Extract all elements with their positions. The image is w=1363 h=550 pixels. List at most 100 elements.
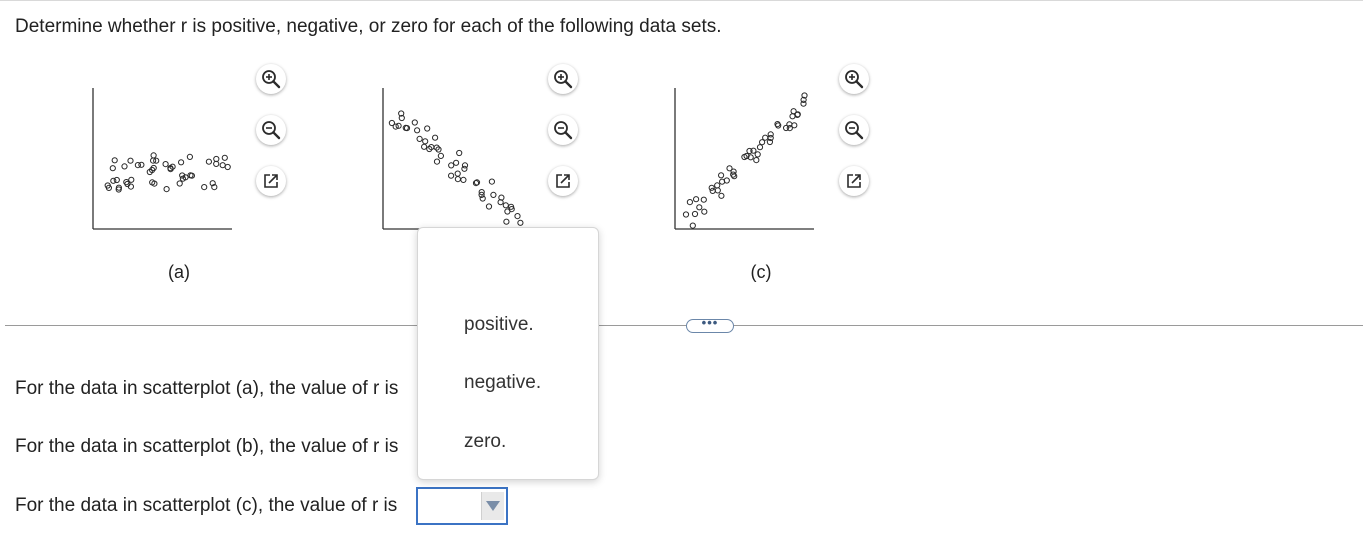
scatter-marker [700,196,707,203]
scatter-marker [490,191,497,199]
scatter-marker [176,180,183,187]
open-external-button-b[interactable] [548,166,578,196]
scatter-marker [682,211,690,218]
scatter-marker [789,113,796,120]
scatterplot-b-svg [382,88,524,230]
scatter-marker [414,127,421,134]
top-border [0,0,1363,1]
scatter-marker [454,176,462,183]
more-dots: ••• [701,315,719,330]
option-negative[interactable]: negative. [464,372,541,394]
answer-row-c: For the data in scatterplot (c), the val… [15,495,398,516]
scatter-marker [113,176,120,184]
zoom-out-icon [554,121,573,140]
zoom-out-button-c[interactable] [839,115,869,145]
scatterplot-c-label: (c) [750,262,772,282]
scatter-marker [186,153,194,161]
scatterplot-a-svg [92,88,232,230]
scatter-marker [111,157,118,164]
scatter-marker [726,165,733,172]
zoom-in-icon [554,70,573,89]
scatter-marker [432,134,439,141]
zoom-out-icon [845,121,864,140]
scatter-marker [517,219,524,226]
scatter-marker [221,154,228,161]
scatter-marker [448,162,455,169]
scatter-marker [128,176,135,183]
scatterplot-b [380,88,525,233]
scatter-marker [219,162,226,169]
zoom-in-button-c[interactable] [839,64,869,94]
scatter-marker [109,165,116,172]
open-external-icon [847,174,861,188]
scatter-marker [714,182,721,189]
scatter-marker [693,196,700,203]
option-zero[interactable]: zero. [464,431,506,453]
scatter-marker [691,210,699,218]
open-external-icon [264,174,278,188]
zoom-out-button-b[interactable] [548,115,578,145]
scatter-marker [411,119,418,126]
zoom-in-button-b[interactable] [548,64,578,94]
section-divider [5,325,1363,326]
scatterplot-a-label: (a) [168,262,190,282]
scatter-marker [178,159,185,166]
scatter-marker [485,203,493,210]
scatter-marker [150,152,157,159]
select-arrow[interactable] [481,492,504,520]
scatterplot-c [672,88,817,233]
scatter-marker [437,152,445,160]
scatter-marker [714,187,721,194]
scatter-marker [201,184,208,191]
scatter-marker [708,184,715,191]
scatter-marker [448,172,455,179]
scatter-marker [454,170,461,177]
zoom-out-button-a[interactable] [256,115,286,145]
scatter-marker [460,176,467,184]
scatter-marker [110,177,117,184]
scatter-marker [416,135,423,143]
scatter-marker [453,159,460,166]
scatter-marker [686,199,693,206]
answer-dropdown: positive. negative. zero. [417,227,599,480]
scatter-marker [163,186,170,193]
scatter-marker [479,195,486,202]
scatter-marker [701,208,708,215]
open-external-button-a[interactable] [256,166,286,196]
scatterplot-a [90,88,235,233]
scatterplot-c-svg [674,88,814,230]
scatter-marker [696,204,703,211]
scatter-marker [762,134,769,141]
answer-select-c[interactable] [416,487,508,525]
answer-row-a: For the data in scatterplot (a), the val… [15,378,399,399]
scatter-marker [689,222,696,229]
scatter-marker [127,157,134,164]
open-external-button-c[interactable] [839,166,869,196]
scatter-marker [205,158,213,165]
zoom-in-button-a[interactable] [256,64,286,94]
zoom-in-icon [845,70,864,89]
scatter-marker [503,218,510,225]
scatter-marker [719,178,726,185]
scatter-marker [162,161,169,168]
scatter-marker [461,165,468,172]
scatter-marker [424,125,431,132]
scatter-marker [718,192,725,199]
scatter-marker [153,157,160,164]
show-more-button[interactable]: ••• [686,315,734,333]
scatter-marker [756,144,764,151]
scatter-marker [502,202,509,209]
scatter-marker [422,138,429,145]
scatter-marker [754,151,761,158]
scatter-marker [456,149,463,157]
zoom-out-icon [262,121,281,140]
scatter-marker [224,163,231,171]
open-external-icon [556,174,570,188]
scatter-marker [134,162,142,169]
scatter-marker [753,157,760,164]
scatter-marker [421,143,428,150]
scatter-marker [121,163,128,170]
triangle-down-icon [486,501,500,511]
option-positive[interactable]: positive. [464,314,534,336]
answer-row-b: For the data in scatterplot (b), the val… [15,436,399,457]
